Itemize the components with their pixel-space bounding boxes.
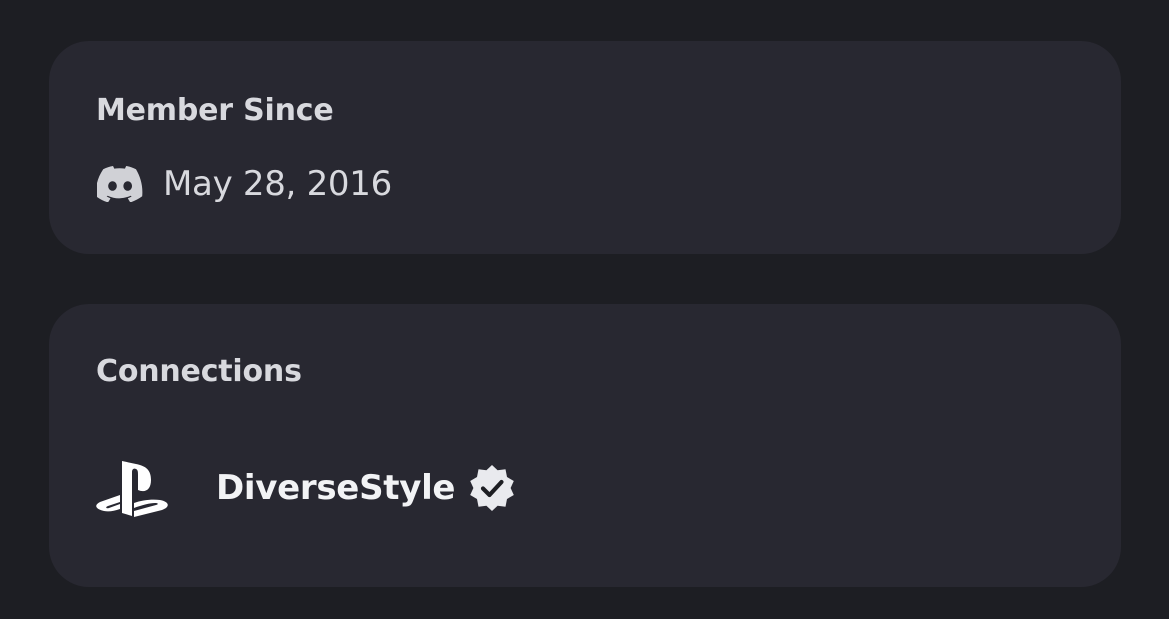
connections-card: Connections DiverseStyle bbox=[49, 304, 1121, 587]
discord-icon bbox=[97, 166, 143, 202]
connection-item-playstation[interactable]: DiverseStyle bbox=[95, 458, 517, 518]
member-since-heading: Member Since bbox=[96, 93, 334, 128]
verified-badge-icon bbox=[455, 463, 517, 513]
connections-heading: Connections bbox=[96, 354, 302, 389]
playstation-icon bbox=[95, 459, 169, 517]
connection-username[interactable]: DiverseStyle bbox=[216, 471, 455, 505]
member-since-row: May 28, 2016 bbox=[97, 162, 392, 206]
member-since-date: May 28, 2016 bbox=[163, 164, 392, 204]
member-since-card: Member Since May 28, 2016 bbox=[49, 41, 1121, 254]
